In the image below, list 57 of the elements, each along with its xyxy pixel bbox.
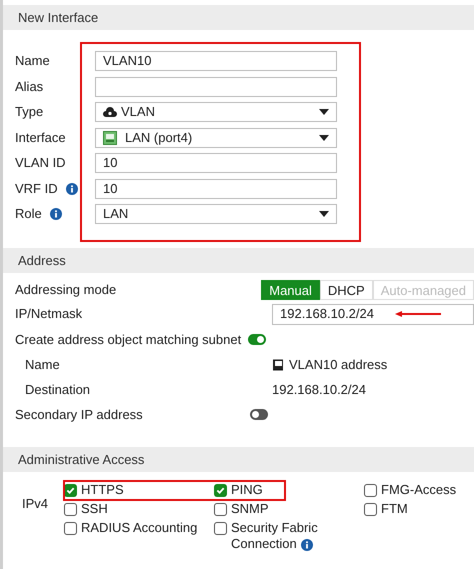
- field-label: Secondary IP address: [15, 406, 144, 424]
- port-icon: [103, 130, 117, 144]
- field-label: Addressing mode: [15, 281, 118, 300]
- checkbox-label: HTTPS: [81, 482, 124, 498]
- field-label: Name: [25, 356, 61, 374]
- input-field[interactable]: 10: [95, 153, 337, 173]
- dropdown[interactable]: LAN (port4): [95, 128, 337, 148]
- field-label: Type: [15, 103, 44, 122]
- checkbox-label: SSH: [81, 501, 108, 517]
- checkbox-label: Security Fabric Connection: [231, 520, 319, 552]
- mode-tab[interactable]: Manual: [261, 280, 320, 300]
- field-value: 192.168.10.2/24: [272, 380, 366, 399]
- caret-icon: [319, 134, 329, 140]
- address-book-icon: [272, 358, 284, 370]
- field-label: Destination: [25, 380, 92, 399]
- checkbox[interactable]: [64, 484, 77, 497]
- toggle-switch[interactable]: [248, 334, 266, 345]
- section-header: Address: [3, 248, 474, 273]
- field-label: Create address object matching subnet: [15, 330, 242, 349]
- caret-icon: [319, 109, 329, 115]
- field-label: Name: [15, 52, 50, 70]
- field-label: VRF ID: [15, 180, 58, 198]
- arrow-icon: [395, 311, 441, 317]
- checkbox[interactable]: [64, 522, 77, 535]
- cloud-icon: [103, 106, 117, 118]
- field-label: Alias: [15, 78, 44, 96]
- input-field[interactable]: VLAN10: [95, 51, 337, 71]
- checkbox[interactable]: [364, 484, 377, 497]
- section-header: New Interface: [3, 5, 474, 30]
- checkbox-label: FMG-Access: [381, 482, 456, 498]
- dropdown[interactable]: VLAN: [95, 102, 337, 122]
- checkbox-label: SNMP: [231, 501, 269, 517]
- section-header: Administrative Access: [3, 447, 474, 472]
- checkbox[interactable]: [364, 503, 377, 516]
- input-field[interactable]: 192.168.10.2/24: [272, 304, 474, 324]
- checkbox-label: RADIUS Accounting: [81, 520, 198, 536]
- dropdown[interactable]: LAN: [95, 204, 337, 224]
- field-label: Interface: [15, 128, 66, 147]
- toggle-switch[interactable]: [250, 409, 268, 420]
- checkbox-label: FTM: [381, 501, 408, 517]
- input-field[interactable]: [95, 76, 337, 96]
- input-field[interactable]: 10: [95, 178, 337, 198]
- checkbox[interactable]: [214, 522, 227, 535]
- info-icon: [66, 182, 78, 194]
- info-icon: [50, 208, 62, 220]
- field-value: VLAN10 address: [289, 356, 388, 374]
- checkbox-label: PING: [231, 482, 263, 498]
- checkbox[interactable]: [64, 503, 77, 516]
- caret-icon: [319, 211, 329, 217]
- field-label: IP/Netmask: [15, 305, 84, 324]
- field-label: Role: [15, 205, 42, 224]
- field-label: VLAN ID: [15, 154, 66, 172]
- checkbox[interactable]: [214, 503, 227, 516]
- mode-tab[interactable]: DHCP: [320, 280, 373, 300]
- checkbox[interactable]: [214, 484, 227, 497]
- info-icon: [300, 538, 313, 551]
- field-label: IPv4: [21, 495, 50, 513]
